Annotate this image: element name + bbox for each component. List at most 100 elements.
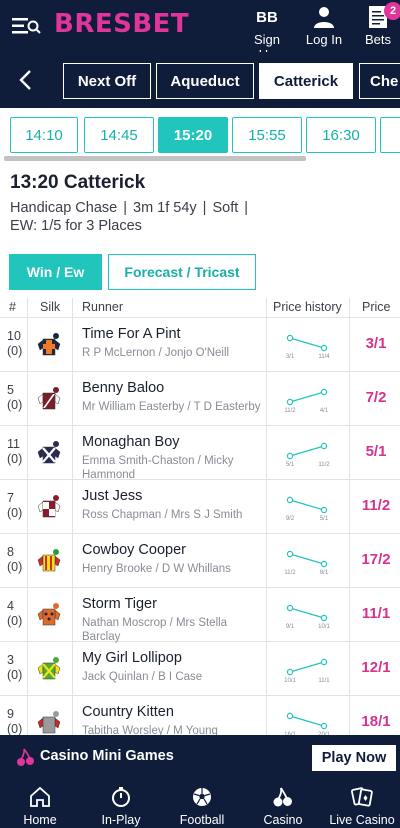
menu-search-icon[interactable] — [12, 14, 42, 38]
jockey-silk-icon — [36, 386, 62, 412]
nav-live-casino[interactable]: Live Casino — [324, 785, 400, 827]
runner-cloth-number: 5 — [7, 383, 14, 397]
col-silk: Silk — [40, 300, 61, 314]
price-history-from: 10/1 — [284, 678, 296, 684]
jockey-silk-icon — [36, 494, 62, 520]
jockey-silk-icon — [36, 602, 62, 628]
back-arrow-icon[interactable] — [14, 68, 38, 92]
price-history-to: 11/1 — [318, 678, 330, 684]
price-history-to: 10/1 — [318, 624, 330, 630]
runner-number: 4 (0) — [7, 599, 22, 629]
price-history-to: 11/4 — [318, 354, 330, 360]
price-history-to: 5/1 — [319, 516, 329, 522]
runner-cloth-number: 11 — [7, 437, 20, 451]
jockey-silk-icon — [36, 440, 62, 466]
price-history-sparkline: 9/2 5/1 — [282, 494, 332, 524]
time-tab-next[interactable] — [380, 117, 400, 153]
nav-casino-label: Casino — [263, 813, 303, 827]
runner-number: 11 (0) — [7, 437, 22, 467]
bottom-nav: Home In-Play Football Casino Live Casino — [0, 779, 400, 828]
col-price-history: Price history — [273, 300, 342, 314]
price-history-from: 11/2 — [284, 408, 296, 414]
runner-number: 9 (0) — [7, 707, 22, 737]
race-info: Handicap Chase | 3m 1f 54y | Soft | EW: 1/5 f… — [10, 200, 249, 234]
forecast-tricast-button[interactable]: Forecast / Tricast — [108, 254, 256, 290]
runner-draw: (0) — [7, 344, 23, 358]
col-runner: Runner — [82, 300, 123, 314]
venue-tab-bar: Next Off Aqueduct Catterick Che — [0, 52, 400, 108]
price-history-sparkline: 9/1 10/1 — [282, 602, 332, 632]
race-distance: 3m 1f 54y — [133, 200, 197, 216]
col-num: # — [9, 300, 16, 314]
bets-label: Bets — [364, 32, 391, 47]
price-history-sparkline: 11/2 8/1 — [282, 548, 332, 578]
brand-logo[interactable]: BRESBET — [54, 9, 189, 39]
runner-cloth-number: 4 — [7, 599, 14, 613]
signup-initials: BB — [256, 8, 278, 26]
time-tab-1410[interactable]: 14:10 — [10, 117, 78, 153]
tab-aqueduct[interactable]: Aqueduct — [156, 63, 254, 99]
price-history-sparkline: 5/1 11/2 — [282, 440, 332, 470]
runner-name: Time For A Pint — [82, 326, 181, 342]
runner-number: 10 (0) — [7, 329, 22, 359]
runner-cloth-number: 3 — [7, 653, 14, 667]
time-tab-1555[interactable]: 15:55 — [232, 117, 302, 153]
runner-price-button[interactable]: 7/2 — [352, 389, 400, 406]
nav-home[interactable]: Home — [0, 785, 80, 827]
runner-price-button[interactable]: 17/2 — [352, 551, 400, 568]
win-ew-button[interactable]: Win / Ew — [9, 254, 102, 290]
jockey-silk-icon — [36, 332, 62, 358]
runner-price-button[interactable]: 12/1 — [352, 659, 400, 676]
runner-connections: R P McLernon / Jonjo O'Neill — [82, 347, 230, 359]
runner-cloth-number: 8 — [7, 545, 14, 559]
runner-draw: (0) — [7, 668, 23, 682]
runner-draw: (0) — [7, 398, 23, 412]
runner-name: Benny Baloo — [82, 380, 165, 396]
runner-cloth-number: 10 — [7, 329, 21, 343]
runner-name: Just Jess — [82, 488, 143, 504]
bets-count-badge: 2 — [384, 2, 400, 20]
time-tab-1520[interactable]: 15:20 — [158, 117, 228, 153]
tab-catterick[interactable]: Catterick — [259, 63, 353, 99]
nav-casino[interactable]: Casino — [243, 785, 323, 827]
bets-button[interactable]: 2 Bets — [360, 2, 400, 47]
runner-row: 5 (0) Benny Baloo Mr William Easterby / T D… — [0, 372, 400, 426]
price-history-sparkline: 3/1 11/4 — [282, 332, 332, 362]
runner-draw: (0) — [7, 614, 23, 628]
runner-price-button[interactable]: 5/1 — [352, 443, 400, 460]
runner-name: Monaghan Boy — [82, 434, 180, 450]
home-icon — [0, 785, 80, 809]
runner-number: 3 (0) — [7, 653, 22, 683]
runner-connections: Henry Brooke / D W Whillans — [82, 563, 231, 575]
play-now-button[interactable]: Play Now — [312, 745, 396, 771]
runner-number: 5 (0) — [7, 383, 22, 413]
time-scrollbar[interactable] — [4, 156, 306, 161]
runner-draw: (0) — [7, 452, 23, 466]
jockey-silk-icon — [36, 548, 62, 574]
time-tab-1445[interactable]: 14:45 — [84, 117, 154, 153]
runner-connections: Emma Smith-Chaston / Micky Hammond — [82, 455, 234, 481]
runner-number: 8 (0) — [7, 545, 22, 575]
runner-price-button[interactable]: 18/1 — [352, 713, 400, 730]
race-each-way: EW: 1/5 for 3 Places — [10, 218, 142, 234]
tab-next-off[interactable]: Next Off — [63, 63, 151, 99]
login-button[interactable]: Log In — [304, 4, 344, 47]
runner-cloth-number: 7 — [7, 491, 14, 505]
price-history-sparkline: 11/2 4/1 — [282, 386, 332, 416]
runner-connections: Jack Quinlan / B I Case — [82, 671, 203, 683]
runner-price-button[interactable]: 11/1 — [352, 605, 400, 622]
runner-price-button[interactable]: 11/2 — [352, 497, 400, 514]
nav-football[interactable]: Football — [162, 785, 242, 827]
runner-name: Cowboy Cooper — [82, 542, 186, 558]
runner-name: My Girl Lollipop — [82, 650, 182, 666]
runner-price-button[interactable]: 3/1 — [352, 335, 400, 352]
jockey-silk-icon — [36, 710, 62, 736]
runner-row: 3 (0) My Girl Lollipop Jack Quinlan / B I C… — [0, 642, 400, 696]
nav-in-play-label: In-Play — [101, 813, 141, 827]
price-history-from: 5/1 — [285, 462, 295, 468]
login-label: Log In — [305, 32, 343, 47]
nav-in-play[interactable]: In-Play — [81, 785, 161, 827]
tab-che[interactable]: Che — [359, 63, 400, 99]
price-history-to: 4/1 — [319, 408, 329, 414]
time-tab-1630[interactable]: 16:30 — [306, 117, 376, 153]
